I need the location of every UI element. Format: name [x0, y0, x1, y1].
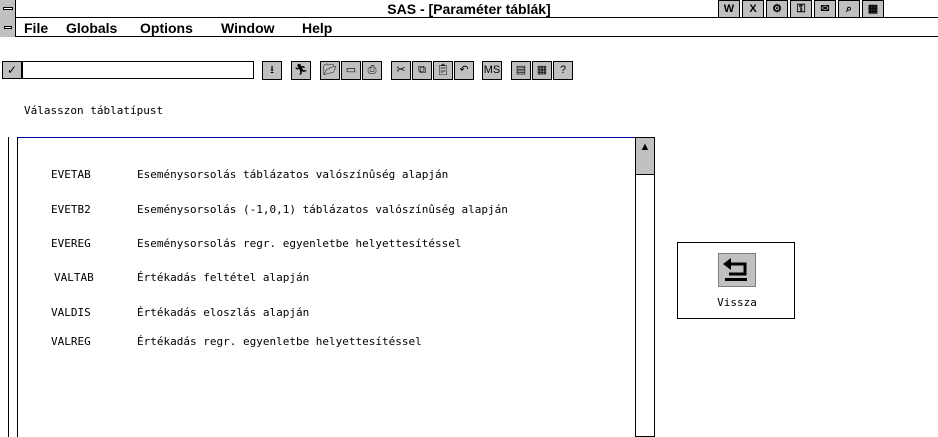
graph-icon[interactable]: ⚙: [766, 0, 788, 18]
copy-icon[interactable]: ⧉: [412, 61, 432, 80]
dropdown-arrow-icon[interactable]: ⭳: [262, 61, 282, 80]
help-icon[interactable]: ?: [553, 61, 573, 80]
prompt-label: Válasszon táblatípust: [24, 104, 164, 117]
table-description: Eseménysorsolás regr. egyenletbe helyett…: [137, 237, 462, 250]
word-icon[interactable]: W: [718, 0, 740, 18]
excel-icon[interactable]: X: [742, 0, 764, 18]
document-menu-icon: [4, 26, 12, 29]
scroll-up-arrow-icon[interactable]: ▲: [636, 138, 654, 157]
back-button[interactable]: Vissza: [677, 242, 795, 319]
return-arrow-icon: [718, 253, 756, 287]
ms-dos-icon[interactable]: MS: [482, 61, 502, 80]
table-description: Értékadás regr. egyenletbe helyettesítés…: [137, 335, 422, 348]
menu-file[interactable]: File: [24, 20, 48, 36]
check-icon[interactable]: ✓: [2, 61, 22, 79]
output-icon[interactable]: ▤: [511, 61, 531, 80]
save-icon[interactable]: ▭: [341, 61, 361, 80]
table-code: VALTAB: [54, 271, 94, 284]
table-type-list[interactable]: EVETAB Eseménysorsolás táblázatos valósz…: [17, 137, 635, 437]
menu-window[interactable]: Window: [221, 20, 275, 36]
table-description: Eseménysorsolás (-1,0,1) táblázatos való…: [137, 203, 508, 216]
paste-icon[interactable]: 📋︎: [433, 61, 453, 80]
table-code: EVEREG: [51, 237, 91, 250]
mail-icon[interactable]: ✉: [814, 0, 836, 18]
table-code: EVETAB: [51, 168, 91, 181]
table-code: VALDIS: [51, 306, 91, 319]
command-input[interactable]: [22, 61, 254, 79]
open-icon[interactable]: 📂︎: [320, 61, 340, 80]
binoculars-icon[interactable]: ⌕: [838, 0, 860, 18]
window-left-border: [8, 137, 9, 437]
table-code: VALREG: [51, 335, 91, 348]
app-icon-tray: W X ⚙ ⚿ ✉ ⌕ ▦: [718, 0, 886, 18]
cut-icon[interactable]: ✂: [391, 61, 411, 80]
table-description: Értékadás feltétel alapján: [137, 271, 310, 284]
print-icon[interactable]: ⎙: [362, 61, 382, 80]
undo-icon[interactable]: ↶: [454, 61, 474, 80]
table-code: EVETB2: [51, 203, 91, 216]
menu-options[interactable]: Options: [140, 20, 193, 36]
table-description: Értékadás eloszlás alapján: [137, 306, 310, 319]
menu-globals[interactable]: Globals: [66, 20, 117, 36]
scroll-thumb[interactable]: [636, 156, 654, 175]
table-description: Eseménysorsolás táblázatos valószínûség …: [137, 168, 449, 181]
key-icon[interactable]: ⚿: [790, 0, 812, 18]
list-scrollbar[interactable]: ▲: [635, 137, 655, 437]
back-button-label: Vissza: [717, 296, 757, 309]
table-icon[interactable]: ▦: [532, 61, 552, 80]
document-menu-button[interactable]: [0, 18, 16, 37]
chart-icon[interactable]: ▦: [862, 0, 884, 18]
menu-help[interactable]: Help: [302, 20, 332, 36]
run-icon[interactable]: 🏃︎: [291, 61, 311, 80]
